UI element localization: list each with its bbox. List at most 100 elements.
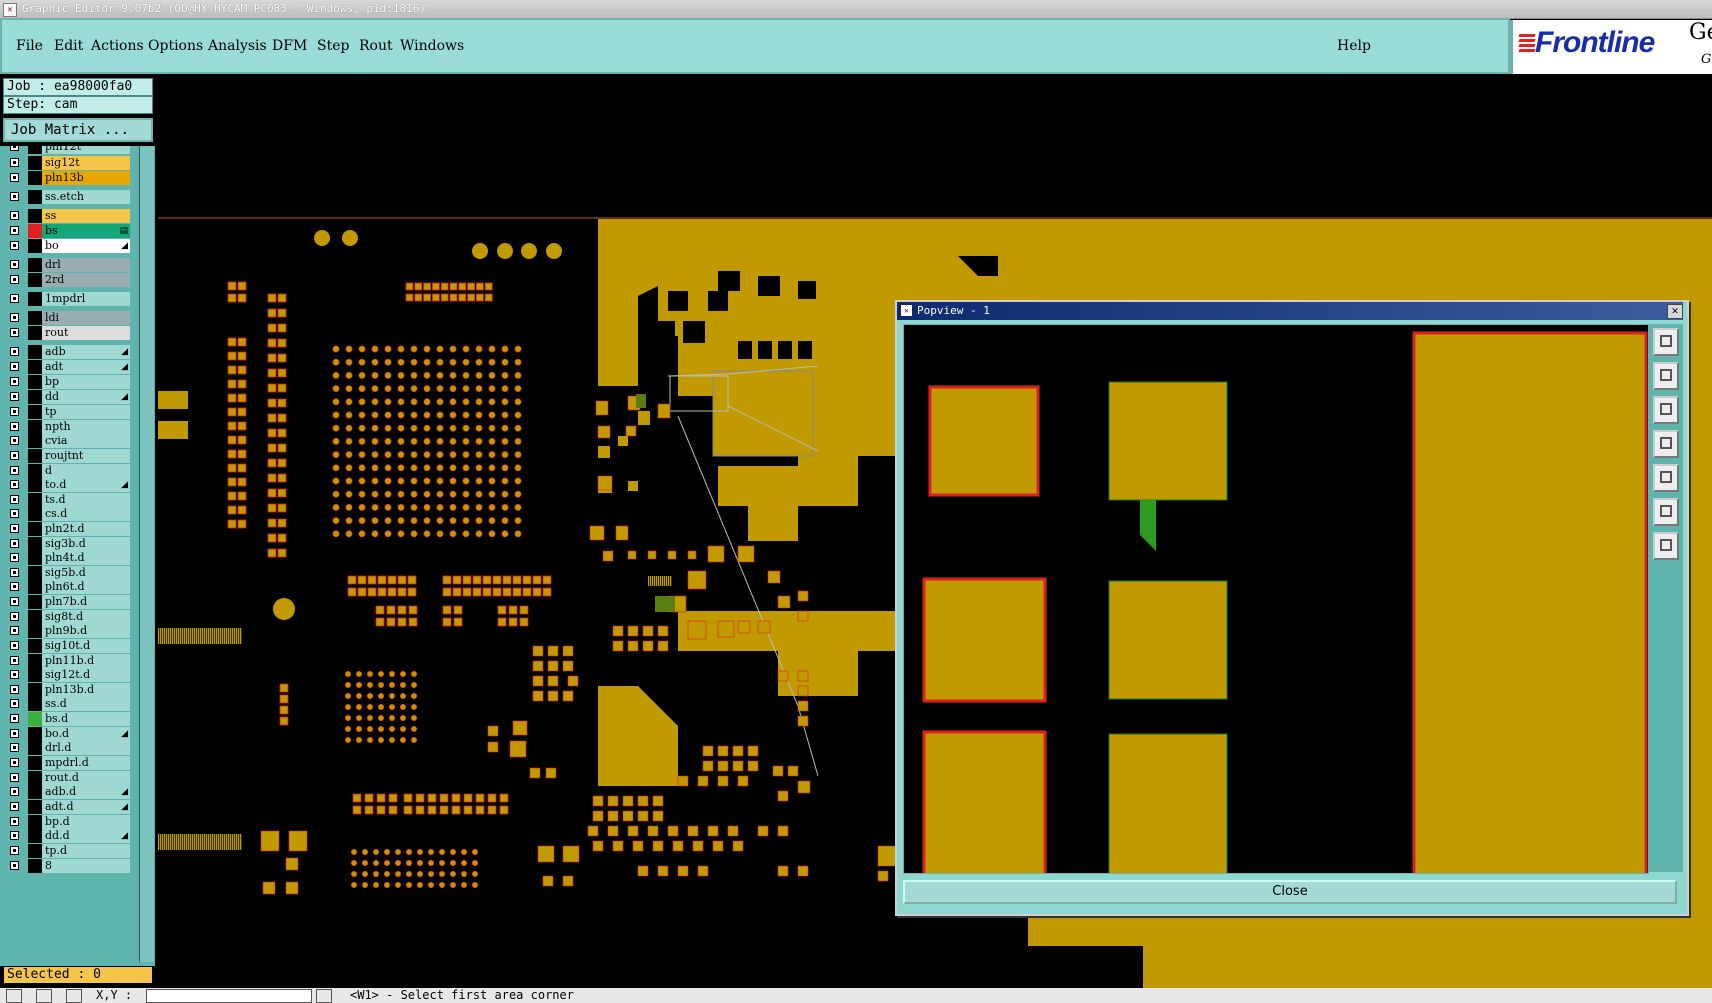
layer-row[interactable]: pln4t.d (6, 551, 130, 565)
layer-name[interactable]: sig3b.d (42, 537, 130, 551)
layer-checkbox[interactable] (10, 802, 19, 811)
layer-color-swatch[interactable] (28, 420, 42, 434)
layer-checkbox[interactable] (10, 211, 19, 220)
layer-row[interactable]: bs ▤ (6, 224, 130, 238)
status-print-icon[interactable] (66, 989, 82, 1003)
layer-name[interactable]: roujtnt (42, 449, 130, 463)
layer-row[interactable]: roujtnt (6, 449, 130, 463)
layer-color-swatch[interactable] (28, 190, 42, 204)
layer-color-swatch[interactable] (28, 639, 42, 653)
layer-checkbox[interactable] (10, 597, 19, 606)
layer-name[interactable]: 1mpdrl (42, 292, 130, 306)
layer-checkbox[interactable] (10, 260, 19, 269)
layer-checkbox[interactable] (10, 699, 19, 708)
layer-checkbox[interactable] (10, 714, 19, 723)
layer-color-swatch[interactable] (28, 668, 42, 682)
layer-name[interactable]: dd.d ◢ (42, 829, 130, 843)
layer-checkbox[interactable] (10, 313, 19, 322)
layer-color-swatch[interactable] (28, 551, 42, 565)
layer-list-scrollbar[interactable] (139, 146, 154, 962)
layer-checkbox[interactable] (10, 582, 19, 591)
layer-checkbox[interactable] (10, 729, 19, 738)
layer-checkbox[interactable] (10, 241, 19, 250)
layer-row[interactable]: sig10t.d (6, 639, 130, 653)
layer-color-swatch[interactable] (28, 464, 42, 478)
popview-close-button[interactable]: Close (903, 880, 1677, 904)
layer-name[interactable]: ts.d (42, 493, 130, 507)
layer-name[interactable]: to.d ◢ (42, 478, 130, 492)
layer-name[interactable]: adb ◢ (42, 345, 130, 359)
layer-checkbox[interactable] (10, 817, 19, 826)
layer-checkbox[interactable] (10, 347, 19, 356)
layer-color-swatch[interactable] (28, 712, 42, 726)
layer-row[interactable]: rout.d (6, 771, 130, 785)
layer-color-swatch[interactable] (28, 610, 42, 624)
layer-checkbox[interactable] (10, 495, 19, 504)
layer-row[interactable]: to.d ◢ (6, 478, 130, 492)
layer-name[interactable]: bs.d (42, 712, 130, 726)
layer-name[interactable]: sig8t.d (42, 610, 130, 624)
layer-name[interactable]: drl.d (42, 741, 130, 755)
layer-row[interactable]: pln13b.d (6, 683, 130, 697)
layer-color-swatch[interactable] (28, 595, 42, 609)
layer-row[interactable]: tp (6, 405, 130, 419)
layer-row[interactable]: bo ◢ (6, 239, 130, 253)
layer-row[interactable]: adt ◢ (6, 360, 130, 374)
layer-name[interactable]: sig12t (42, 156, 130, 170)
layer-checkbox[interactable] (10, 436, 19, 445)
layer-name[interactable]: ss.etch (42, 190, 130, 204)
popview-close-icon[interactable]: ✕ (1667, 304, 1683, 319)
layer-row[interactable]: ss.d (6, 697, 130, 711)
layer-name[interactable]: pln13b.d (42, 683, 130, 697)
layer-color-swatch[interactable] (28, 156, 42, 170)
layer-checkbox[interactable] (10, 480, 19, 489)
layer-color-swatch[interactable] (28, 311, 42, 325)
layer-color-swatch[interactable] (28, 449, 42, 463)
status-tool-icon[interactable] (6, 989, 22, 1003)
layer-color-swatch[interactable] (28, 209, 42, 223)
layer-color-swatch[interactable] (28, 375, 42, 389)
layer-checkbox[interactable] (10, 743, 19, 752)
layer-name[interactable]: pln9b.d (42, 624, 130, 638)
layer-checkbox[interactable] (10, 509, 19, 518)
layer-row[interactable]: sig12t.d (6, 668, 130, 682)
layer-checkbox[interactable] (10, 539, 19, 548)
layer-color-swatch[interactable] (28, 683, 42, 697)
layer-row[interactable]: pln2t.d (6, 522, 130, 536)
layer-checkbox[interactable] (10, 392, 19, 401)
layer-checkbox[interactable] (10, 146, 19, 151)
layer-name[interactable]: adt ◢ (42, 360, 130, 374)
layer-checkbox[interactable] (10, 670, 19, 679)
layer-color-swatch[interactable] (28, 580, 42, 594)
layer-checkbox[interactable] (10, 641, 19, 650)
zoom-fit-icon[interactable] (1653, 328, 1679, 356)
layer-color-swatch[interactable] (28, 624, 42, 638)
layer-name[interactable]: adt.d ◢ (42, 800, 130, 814)
layer-row[interactable]: pln11b.d (6, 654, 130, 668)
layer-color-swatch[interactable] (28, 654, 42, 668)
layer-row[interactable]: adt.d ◢ (6, 800, 130, 814)
layer-row[interactable]: mpdrl.d (6, 756, 130, 770)
layer-checkbox[interactable] (10, 451, 19, 460)
layer-name[interactable]: tp.d (42, 844, 130, 858)
layer-name[interactable]: tp (42, 405, 130, 419)
layer-row[interactable]: sig8t.d (6, 610, 130, 624)
layer-checkbox[interactable] (10, 846, 19, 855)
layer-row[interactable]: bo.d ◢ (6, 727, 130, 741)
layer-name[interactable]: ss.d (42, 697, 130, 711)
layer-name[interactable]: bp.d (42, 815, 130, 829)
zoom-out-icon[interactable] (1653, 532, 1679, 560)
layer-row[interactable]: 8 (6, 859, 130, 873)
layer-name[interactable]: dd ◢ (42, 390, 130, 404)
menu-dfm[interactable]: DFM (272, 38, 307, 54)
layer-checkbox[interactable] (10, 466, 19, 475)
layer-color-swatch[interactable] (28, 171, 42, 185)
layer-color-swatch[interactable] (28, 771, 42, 785)
coords-input[interactable] (146, 989, 312, 1003)
layer-name[interactable]: bo ◢ (42, 239, 130, 253)
layer-name[interactable]: cs.d (42, 507, 130, 521)
layer-row[interactable]: cvia (6, 434, 130, 448)
layer-color-swatch[interactable] (28, 405, 42, 419)
pan-right-icon[interactable] (1653, 464, 1679, 492)
zoom-in-icon[interactable] (1653, 498, 1679, 526)
